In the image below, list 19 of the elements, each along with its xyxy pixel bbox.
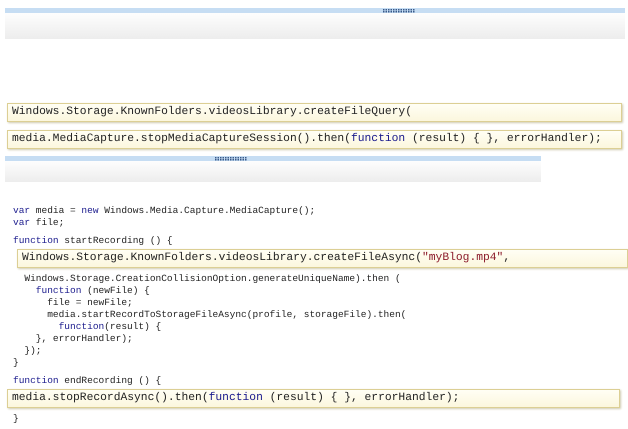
code-line: } — [13, 357, 19, 369]
code-line: var media = new Windows.Media.Capture.MediaCapture(); — [13, 205, 316, 217]
answer-choice[interactable]: Windows.Storage.KnownFolders.videosLibrary.createFileQuery( — [7, 103, 622, 122]
code-line: }, errorHandler); — [34, 333, 133, 345]
code-line: }); — [23, 345, 42, 357]
code-line: media.startRecordToStorageFileAsync(profile, storageFile).then( — [46, 309, 406, 321]
code-line: function (newFile) { — [34, 285, 150, 297]
grip-handle-icon[interactable] — [383, 8, 416, 12]
code-line: Windows.Storage.CreationCollisionOption.generateUniqueName).then ( — [23, 273, 401, 285]
code-line: } — [13, 413, 19, 425]
code-line: function startRecording () { — [13, 235, 173, 247]
drop-target-answer[interactable]: media.stopRecordAsync().then(function (result) { }, errorHandler); — [7, 389, 620, 408]
code-line: function endRecording () { — [13, 375, 162, 387]
code-line: file = newFile; — [46, 297, 133, 309]
grip-handle-icon[interactable] — [215, 156, 248, 160]
answer-choice[interactable]: media.MediaCapture.stopMediaCaptureSession().then(function (result) { }, errorHandler); — [7, 130, 622, 149]
drop-target-answer[interactable]: Windows.Storage.KnownFolders.videosLibrary.createFileAsync("myBlog.mp4", — [17, 249, 628, 268]
code-line: function(result) { — [58, 321, 162, 333]
code-line: var file; — [13, 217, 64, 229]
